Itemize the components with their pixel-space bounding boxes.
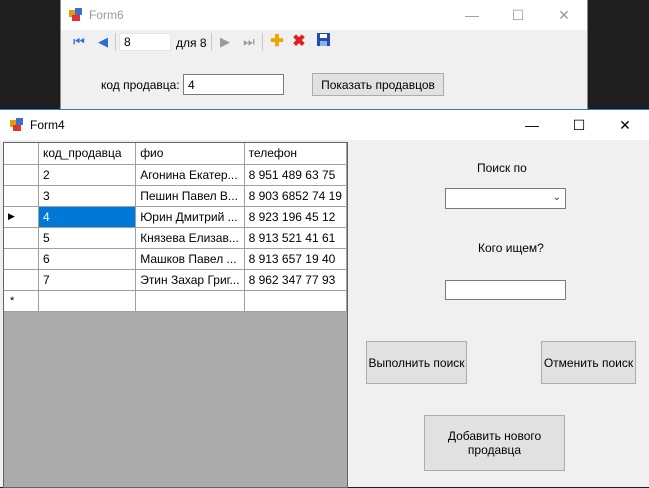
cell-phone[interactable]: 8 962 347 77 93	[244, 269, 348, 291]
cell-name[interactable]: Юрин Дмитрий ...	[135, 206, 245, 228]
minimize-button[interactable]: —	[449, 0, 495, 30]
sellers-grid[interactable]: код_продавца фио телефон 2 Агонина Екате…	[3, 142, 348, 488]
row-header[interactable]	[4, 248, 39, 270]
new-row-marker[interactable]: *	[4, 290, 39, 312]
count-label: для 8	[176, 36, 207, 50]
cell-phone[interactable]: 8 923 196 45 12	[244, 206, 348, 228]
move-first-icon[interactable]: ⏮	[70, 33, 88, 51]
cell-code[interactable]: 2	[38, 164, 137, 186]
row-header[interactable]	[4, 164, 39, 186]
current-row-marker-icon[interactable]: ▶	[4, 206, 39, 228]
row-header[interactable]	[4, 227, 39, 249]
new-row[interactable]: *	[4, 290, 348, 312]
show-sellers-button[interactable]: Показать продавцов	[312, 73, 444, 96]
grid-header-row: код_продавца фио телефон	[4, 143, 348, 165]
cell-phone[interactable]: 8 951 489 63 75	[244, 164, 348, 186]
move-next-icon[interactable]: ▶	[216, 33, 234, 51]
add-seller-button[interactable]: Добавить нового продавца	[424, 415, 565, 471]
cell-name[interactable]: Агонина Екатер...	[135, 164, 245, 186]
table-row[interactable]: 2 Агонина Екатер... 8 951 489 63 75	[4, 164, 348, 186]
table-row-current[interactable]: ▶ 4 Юрин Дмитрий ... 8 923 196 45 12	[4, 206, 348, 228]
maximize-button[interactable]: ☐	[495, 0, 541, 30]
toolbar-separator	[262, 33, 263, 51]
execute-search-button[interactable]: Выполнить поиск	[366, 341, 467, 384]
column-header[interactable]: код_продавца	[38, 143, 137, 165]
close-button[interactable]: ✕	[541, 0, 587, 30]
cell-code[interactable]	[38, 290, 137, 312]
table-row[interactable]: 7 Этин Захар Григ... 8 962 347 77 93	[4, 269, 348, 291]
maximize-button[interactable]: ☐	[556, 110, 602, 140]
form6-window: Form6 — ☐ ✕ ⏮ ◀ для 8 ▶ ⏭ ✚ ✖ код продав…	[60, 0, 588, 110]
form4-title: Form4	[30, 118, 65, 132]
cell-name[interactable]: Пешин Павел В...	[135, 185, 245, 207]
who-label: Кого ищем?	[478, 241, 544, 255]
table-row[interactable]: 3 Пешин Павел В... 8 903 6852 74 19	[4, 185, 348, 207]
cell-code[interactable]: 3	[38, 185, 137, 207]
toolbar-separator	[115, 33, 116, 51]
minimize-button[interactable]: —	[509, 110, 555, 140]
cell-code[interactable]: 6	[38, 248, 137, 270]
cell-phone[interactable]: 8 913 657 19 40	[244, 248, 348, 270]
add-new-icon[interactable]: ✚	[268, 33, 286, 51]
cell-phone[interactable]	[244, 290, 348, 312]
table-row[interactable]: 5 Князева Елизав... 8 913 521 41 61	[4, 227, 348, 249]
table-row[interactable]: 6 Машков Павел ... 8 913 657 19 40	[4, 248, 348, 270]
app-icon	[10, 118, 24, 132]
row-header[interactable]	[4, 185, 39, 207]
row-header[interactable]	[4, 269, 39, 291]
cell-phone[interactable]: 8 913 521 41 61	[244, 227, 348, 249]
form6-title: Form6	[89, 8, 124, 22]
cell-name[interactable]: Машков Павел ...	[135, 248, 245, 270]
save-icon[interactable]	[314, 33, 332, 51]
move-previous-icon[interactable]: ◀	[94, 33, 112, 51]
cell-name[interactable]: Князева Елизав...	[135, 227, 245, 249]
form6-titlebar[interactable]: Form6 — ☐ ✕	[61, 0, 587, 30]
position-input[interactable]	[119, 33, 171, 51]
cancel-search-button[interactable]: Отменить поиск	[541, 341, 636, 384]
form4-titlebar[interactable]: Form4 — ☐ ✕	[0, 110, 649, 140]
column-header[interactable]: фио	[135, 143, 245, 165]
form4-window: Form4 — ☐ ✕ код_продавца фио телефон 2 А…	[0, 109, 649, 488]
search-by-combo[interactable]: ⌄	[445, 188, 566, 209]
cell-code-selected[interactable]: 4	[38, 206, 137, 228]
grid-corner-header[interactable]	[4, 143, 39, 165]
column-header[interactable]: телефон	[244, 143, 348, 165]
delete-icon[interactable]: ✖	[290, 33, 308, 51]
app-icon	[69, 8, 83, 22]
seller-code-input[interactable]	[183, 74, 284, 95]
cell-name[interactable]: Этин Захар Григ...	[135, 269, 245, 291]
cell-name[interactable]	[135, 290, 245, 312]
move-last-icon[interactable]: ⏭	[240, 33, 258, 51]
who-input[interactable]	[445, 280, 566, 300]
binding-navigator: ⏮ ◀ для 8 ▶ ⏭ ✚ ✖	[61, 30, 587, 56]
seller-code-label: код продавца:	[101, 78, 180, 92]
cell-phone[interactable]: 8 903 6852 74 19	[244, 185, 348, 207]
close-button[interactable]: ✕	[602, 110, 648, 140]
search-by-label: Поиск по	[477, 161, 527, 175]
chevron-down-icon[interactable]: ⌄	[553, 192, 561, 203]
cell-code[interactable]: 7	[38, 269, 137, 291]
toolbar-separator	[211, 33, 212, 51]
cell-code[interactable]: 5	[38, 227, 137, 249]
